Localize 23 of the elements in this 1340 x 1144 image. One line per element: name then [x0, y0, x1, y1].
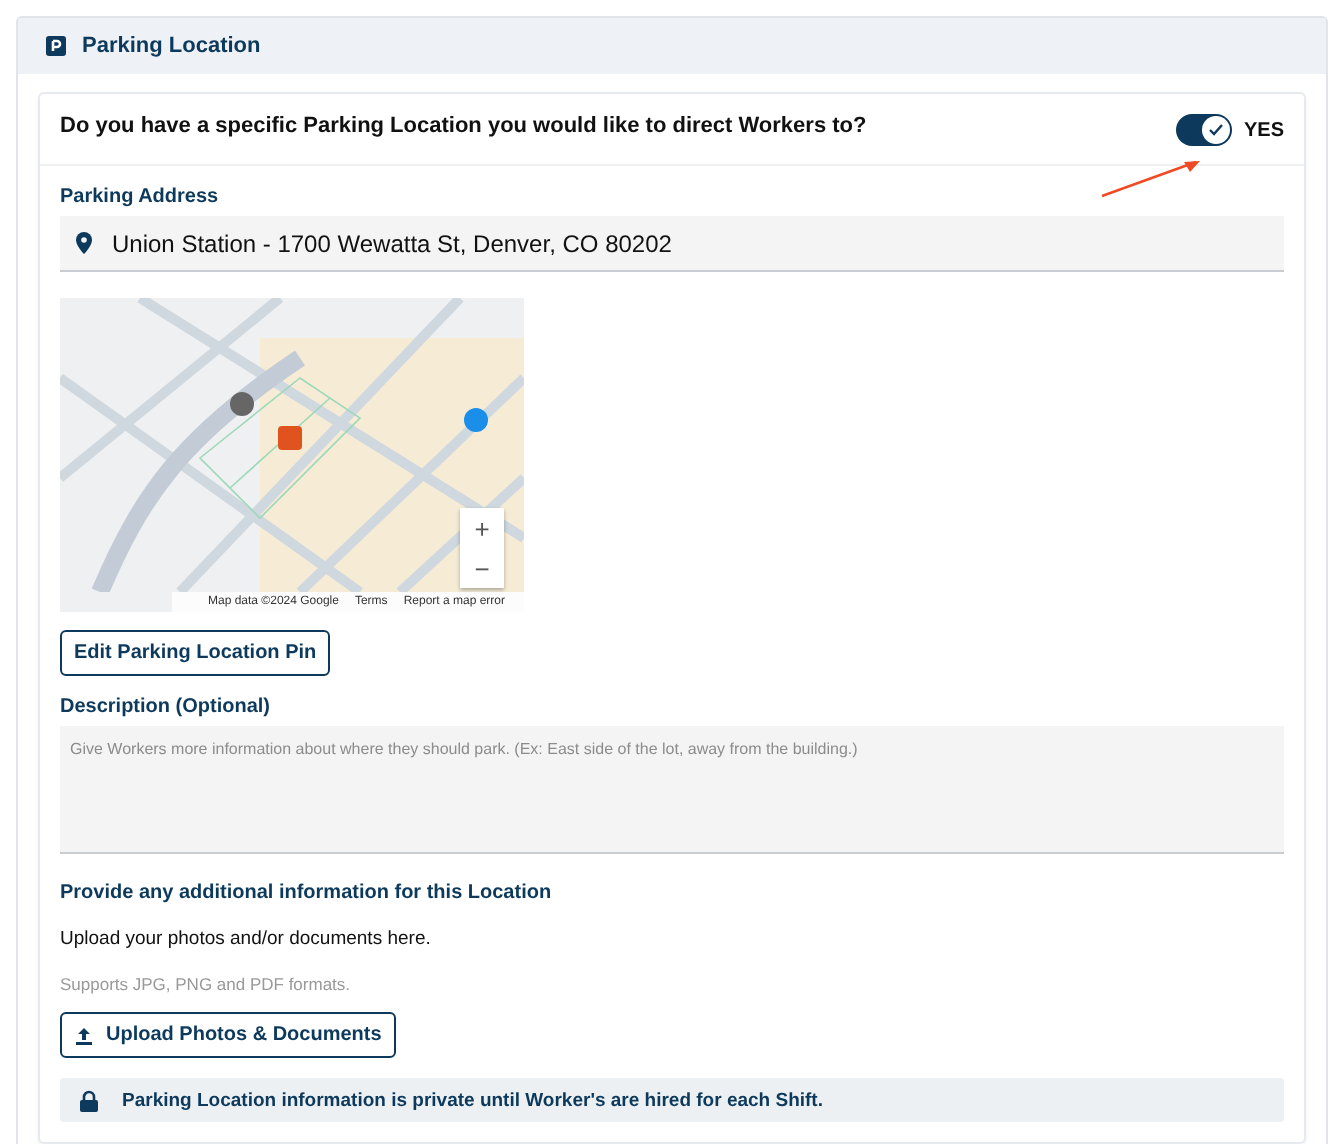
toggle-label: YES [1243, 119, 1284, 141]
format-hint: Supports JPG, PNG and PDF formats. [60, 974, 351, 994]
address-label: Parking Address [60, 186, 219, 208]
section-title: Parking Location [82, 34, 261, 58]
zoom-in-button[interactable]: + [460, 508, 504, 548]
description-label: Description (Optional) [60, 696, 270, 718]
lock-icon [80, 1089, 98, 1111]
check-icon [1207, 122, 1224, 138]
address-field[interactable]: Union Station - 1700 Wewatta St, Denver, CO 80202 [60, 216, 1284, 272]
additional-info-heading: Provide any additional information for this Location [60, 882, 552, 904]
upload-button[interactable]: Upload Photos & Documents [60, 1012, 396, 1058]
question-text: Do you have a specific Parking Location you would like to direct Workers to? [60, 114, 867, 138]
upload-instructions: Upload your photos and/or documents here. [60, 928, 431, 950]
toggle-switch[interactable] [1175, 114, 1232, 146]
map-pin-icon [76, 232, 92, 254]
upload-icon [74, 1025, 94, 1045]
description-field[interactable]: Give Workers more information about where they should park. (Ex: East side of the lot, away from the building.) [60, 726, 1284, 854]
annotation-arrow [1100, 158, 1204, 198]
zoom-out-button[interactable]: − [460, 548, 504, 588]
edit-pin-button[interactable]: Edit Parking Location Pin [60, 630, 331, 676]
notice-text: Parking Location information is private until Worker's are hired for each Shift. [122, 1089, 823, 1111]
address-value: Union Station - 1700 Wewatta St, Denver, CO 80202 [112, 229, 672, 257]
parking-icon [46, 36, 66, 56]
